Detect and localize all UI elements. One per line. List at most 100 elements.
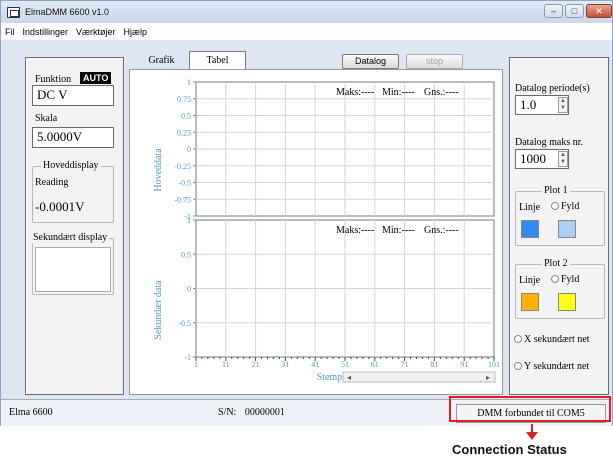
plot1-linje-color[interactable] bbox=[521, 220, 539, 238]
serial-label: S/N: bbox=[218, 407, 237, 418]
sekundaert-title: Sekundært display bbox=[31, 232, 110, 243]
top-ytick-label: -0.75 bbox=[174, 195, 191, 204]
tab-tabel[interactable]: Tabel bbox=[189, 51, 246, 70]
y-sekundaert-option: Y sekundært net bbox=[514, 361, 589, 372]
skala-field: 5.0000V bbox=[32, 127, 114, 148]
hoveddisplay-title: Hoveddisplay bbox=[41, 160, 101, 171]
funktion-field: DC V bbox=[32, 85, 114, 106]
x-tick-label: 21 bbox=[252, 360, 260, 369]
datalog-button[interactable]: Datalog bbox=[342, 54, 399, 69]
bottom-ytick-label: -1 bbox=[184, 353, 191, 362]
tab-grafik[interactable]: Grafik bbox=[134, 51, 189, 70]
x-tick-label: 1 bbox=[194, 360, 198, 369]
plot1-fyld-radio[interactable] bbox=[551, 202, 559, 210]
serial-value: 00000001 bbox=[244, 407, 285, 418]
reading-label: Reading bbox=[35, 177, 69, 188]
close-button[interactable]: ✕ bbox=[586, 4, 612, 18]
x-tick-label: 81 bbox=[430, 360, 438, 369]
status-device: Elma 6600 bbox=[9, 407, 53, 418]
funktion-label: Funktion bbox=[35, 74, 72, 85]
top-stat-maks: Maks:---- bbox=[336, 87, 374, 98]
sekundaert-group: Sekundært display bbox=[31, 232, 114, 295]
plot2-linje-label: Linje bbox=[519, 275, 541, 286]
top-stat-min: Min:---- bbox=[382, 87, 415, 98]
connection-highlight-box bbox=[449, 396, 611, 422]
plot2-fyld-option: Fyld bbox=[551, 274, 579, 285]
app-icon bbox=[7, 6, 20, 18]
menu-indstillinger[interactable]: Indstillinger bbox=[19, 27, 73, 37]
plot2-linje-color[interactable] bbox=[521, 293, 539, 311]
datalog-maks-label: Datalog maks nr. bbox=[515, 137, 584, 148]
y-sekundaert-label: Y sekundært net bbox=[524, 361, 590, 372]
connection-status-label: Connection Status bbox=[452, 442, 567, 457]
top-ytick-label: -0.25 bbox=[174, 162, 191, 171]
plot1-fyld-color[interactable] bbox=[558, 220, 576, 238]
top-ytick-label: 1 bbox=[187, 78, 191, 87]
top-stat-gns: Gns.:---- bbox=[424, 87, 459, 98]
svg-text:▸: ▸ bbox=[486, 373, 490, 382]
annotation-arrow-head bbox=[526, 432, 538, 440]
bottom-stat-gns: Gns.:---- bbox=[424, 225, 459, 236]
x-tick-label: 51 bbox=[341, 360, 349, 369]
plot1-title: Plot 1 bbox=[542, 185, 570, 196]
top-ytick-label: -0.5 bbox=[178, 179, 191, 188]
datalog-periode-label: Datalog periode(s) bbox=[515, 83, 590, 94]
x-tick-label: 71 bbox=[401, 360, 409, 369]
bottom-ytick-label: 0.5 bbox=[181, 250, 191, 259]
menu-fil[interactable]: Fil bbox=[1, 27, 19, 37]
top-chart-grid: 10.750.50.250-0.25-0.5-0.75-1 bbox=[174, 78, 495, 221]
plot1-group: Plot 1 Linje Fyld bbox=[515, 185, 605, 246]
top-y-axis-label: Hoveddata bbox=[153, 148, 164, 192]
auto-badge: AUTO bbox=[80, 72, 112, 84]
reading-value: -0.0001V bbox=[35, 199, 85, 214]
x-tick-label: 31 bbox=[281, 360, 289, 369]
plot2-fyld-color[interactable] bbox=[558, 293, 576, 311]
status-serial: S/N: 00000001 bbox=[214, 404, 446, 423]
bottom-ytick-label: -0.5 bbox=[178, 319, 191, 328]
x-sekundaert-radio[interactable] bbox=[514, 335, 522, 343]
right-panel: Datalog periode(s) 1.0 ▲ ▼ Datalog maks n… bbox=[509, 57, 609, 395]
plot2-fyld-radio[interactable] bbox=[551, 275, 559, 283]
title-bar: ElmaDMM 6600 v1.0 – □ ✕ bbox=[1, 1, 612, 23]
top-ytick-label: 0.75 bbox=[177, 95, 191, 104]
menu-hjaelp[interactable]: Hjælp bbox=[120, 27, 152, 37]
bottom-ytick-label: 1 bbox=[187, 216, 191, 225]
window-controls: – □ ✕ bbox=[544, 4, 612, 18]
plot1-fyld-option: Fyld bbox=[551, 201, 579, 212]
x-tick-label: 61 bbox=[371, 360, 379, 369]
y-sekundaert-radio[interactable] bbox=[514, 362, 522, 370]
bottom-stat-min: Min:---- bbox=[382, 225, 415, 236]
left-panel: Funktion AUTO DC V Skala 5.0000V Hoveddi… bbox=[25, 57, 124, 395]
plot1-fyld-label: Fyld bbox=[561, 201, 580, 212]
bottom-stat-maks: Maks:---- bbox=[336, 225, 374, 236]
chart-axes: 1 11 21 31 41 51 61 71 81 91 101 bbox=[194, 357, 500, 369]
top-ytick-label: 0.25 bbox=[177, 128, 191, 137]
maximize-button[interactable]: □ bbox=[565, 4, 584, 18]
horizontal-scrollbar[interactable]: ◂ ▸ bbox=[342, 371, 496, 383]
window-title: ElmaDMM 6600 v1.0 bbox=[25, 7, 110, 17]
chart-area: 1 0.75 0.5 0.25 0 -0.25 -0.5 -0.75 -1 1 0.5 0 -0.5 -… bbox=[129, 69, 503, 395]
bottom-chart-grid: 1 0.5 0 -0.5 -1 bbox=[178, 216, 495, 362]
minimize-button[interactable]: – bbox=[544, 4, 563, 18]
top-ytick-label: 0 bbox=[187, 145, 191, 154]
maks-spinner[interactable]: ▲ ▼ bbox=[558, 151, 568, 167]
x-tick-label: 91 bbox=[460, 360, 468, 369]
menu-vaerktoejer[interactable]: Værktøjer bbox=[72, 27, 120, 37]
skala-label: Skala bbox=[35, 113, 58, 124]
x-sekundaert-option: X sekundært net bbox=[514, 334, 590, 345]
stop-button[interactable]: stop bbox=[406, 54, 463, 69]
svg-text:◂: ◂ bbox=[347, 373, 351, 382]
plot2-group: Plot 2 Linje Fyld bbox=[515, 258, 605, 319]
bottom-y-axis-label: Sekundær data bbox=[153, 280, 164, 340]
x-tick-label: 41 bbox=[311, 360, 319, 369]
x-sekundaert-label: X sekundært net bbox=[524, 334, 590, 345]
periode-spinner[interactable]: ▲ ▼ bbox=[558, 97, 568, 113]
x-tick-label: 101 bbox=[488, 360, 500, 369]
bottom-ytick-label: 0 bbox=[187, 285, 191, 294]
plot1-linje-label: Linje bbox=[519, 202, 541, 213]
plot2-title: Plot 2 bbox=[542, 258, 570, 269]
charts-svg: 1 0.75 0.5 0.25 0 -0.25 -0.5 -0.75 -1 1 0.5 0 -0.5 -… bbox=[153, 78, 500, 383]
x-tick-label: 11 bbox=[222, 360, 230, 369]
menu-bar: Fil Indstillinger Værktøjer Hjælp bbox=[1, 23, 612, 40]
app-window: ElmaDMM 6600 v1.0 – □ ✕ Fil Indstillinge… bbox=[0, 0, 613, 426]
